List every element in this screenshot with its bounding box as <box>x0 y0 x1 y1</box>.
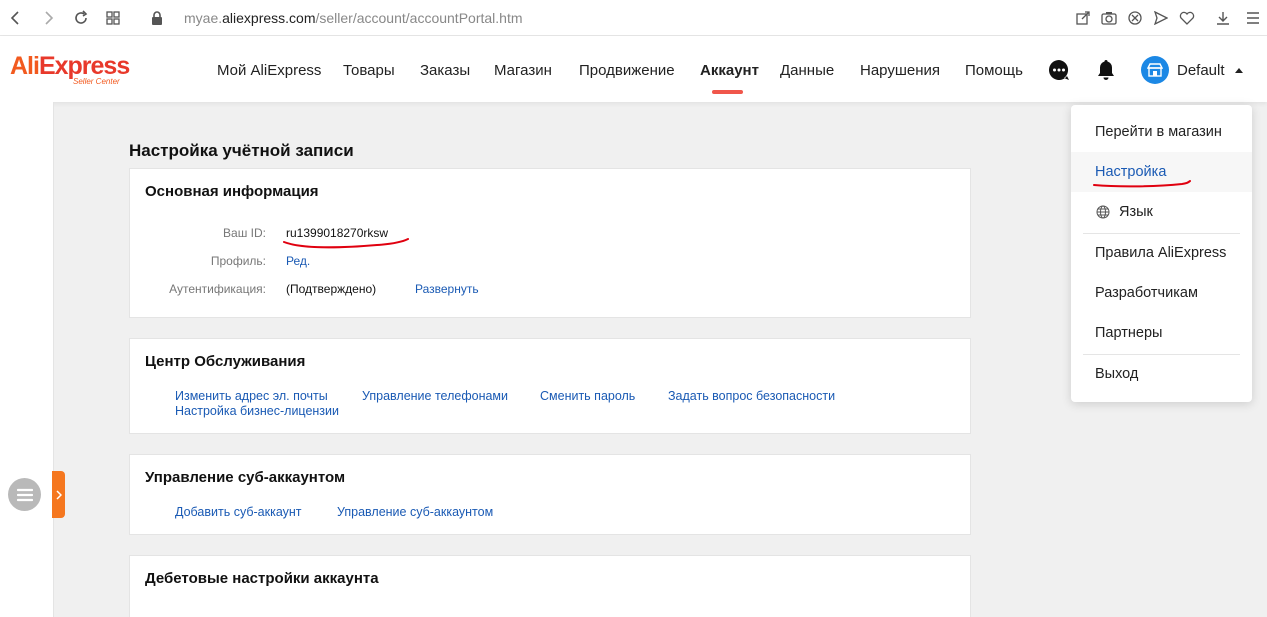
sub-account-title: Управление суб-аккаунтом <box>145 469 346 486</box>
dropdown-item-developers[interactable]: Разработчикам <box>1071 273 1252 313</box>
url-path: /seller/account/accountPortal.htm <box>315 10 523 26</box>
left-sidebar <box>0 102 54 617</box>
logo-subtitle: Seller Center <box>73 77 120 86</box>
auth-expand-link[interactable]: Развернуть <box>415 282 479 296</box>
block-icon[interactable] <box>1125 8 1145 28</box>
store-name[interactable]: Default <box>1177 62 1225 79</box>
auth-value: (Подтверждено) <box>286 282 377 296</box>
dropdown-item-aliexpress-rules[interactable]: Правила AliExpress <box>1071 233 1252 273</box>
tabs-grid-icon[interactable] <box>103 8 123 28</box>
reload-icon[interactable] <box>71 8 91 28</box>
heart-icon[interactable] <box>1177 8 1197 28</box>
nav-violations[interactable]: Нарушения <box>860 62 940 79</box>
nav-products[interactable]: Товары <box>343 62 395 79</box>
profile-label: Профиль: <box>210 254 266 268</box>
nav-orders[interactable]: Заказы <box>420 62 470 79</box>
dropdown-item-partners[interactable]: Партнеры <box>1071 313 1252 353</box>
sub-account-card: Управление суб-аккаунтом Добавить суб-ак… <box>129 454 971 535</box>
share-icon[interactable] <box>1073 8 1093 28</box>
profile-edit-link[interactable]: Ред. <box>286 254 310 268</box>
caret-up-icon[interactable] <box>1235 68 1243 73</box>
page-title: Настройка учётной записи <box>129 141 354 160</box>
chat-icon[interactable] <box>1047 58 1071 82</box>
id-value: ru1399018270rksw <box>286 226 389 240</box>
business-license-link[interactable]: Настройка бизнес-лицензии <box>175 404 339 418</box>
store-avatar-icon[interactable] <box>1141 56 1169 84</box>
hamburger-menu-icon[interactable] <box>1243 8 1263 28</box>
nav-my-aliexpress[interactable]: Мой AliExpress <box>217 62 321 79</box>
active-nav-indicator <box>712 90 743 94</box>
service-center-card: Центр Обслуживания Изменить адрес эл. по… <box>129 338 971 434</box>
logo-text-ali: Ali <box>10 52 40 80</box>
dropdown-item-go-to-store[interactable]: Перейти в магазин <box>1071 112 1252 152</box>
url-prefix: myae. <box>184 10 223 26</box>
address-bar[interactable]: myae.aliexpress.com/seller/account/accou… <box>184 10 523 26</box>
dropdown-item-logout[interactable]: Выход <box>1071 354 1252 394</box>
nav-account[interactable]: Аккаунт <box>700 62 759 79</box>
aliexpress-logo[interactable]: AliExpress Seller Center <box>10 54 130 88</box>
forward-icon[interactable] <box>38 8 58 28</box>
bell-icon[interactable] <box>1094 58 1118 82</box>
nav-help[interactable]: Помощь <box>965 62 1023 79</box>
change-password-link[interactable]: Сменить пароль <box>540 389 635 403</box>
security-question-link[interactable]: Задать вопрос безопасности <box>668 389 835 403</box>
auth-label: Аутентификация: <box>169 282 266 296</box>
basic-info-card: Основная информация Ваш ID: ru1399018270… <box>129 168 971 318</box>
lock-icon <box>147 8 167 28</box>
send-icon[interactable] <box>1151 8 1171 28</box>
id-label: Ваш ID: <box>223 226 266 240</box>
nav-data[interactable]: Данные <box>780 62 834 79</box>
manage-sub-account-link[interactable]: Управление суб-аккаунтом <box>337 505 493 519</box>
sidebar-expand-button[interactable] <box>52 471 65 518</box>
add-sub-account-link[interactable]: Добавить суб-аккаунт <box>175 505 302 519</box>
store-dropdown-menu: Перейти в магазин Настройка Язык Правила… <box>1071 105 1252 402</box>
browser-toolbar: myae.aliexpress.com/seller/account/accou… <box>0 0 1267 36</box>
camera-icon[interactable] <box>1099 8 1119 28</box>
globe-icon <box>1096 205 1110 219</box>
debit-settings-title: Дебетовые настройки аккаунта <box>145 570 379 587</box>
site-header: AliExpress Seller Center Мой AliExpress … <box>0 36 1267 102</box>
url-host: aliexpress.com <box>222 10 316 26</box>
basic-info-title: Основная информация <box>145 183 319 200</box>
logo-text-express: Express <box>38 52 130 80</box>
back-icon[interactable] <box>6 8 26 28</box>
manage-phones-link[interactable]: Управление телефонами <box>362 389 508 403</box>
menu-icon[interactable] <box>8 478 41 511</box>
change-email-link[interactable]: Изменить адрес эл. почты <box>175 389 328 403</box>
dropdown-item-settings[interactable]: Настройка <box>1071 152 1252 192</box>
nav-store[interactable]: Магазин <box>494 62 552 79</box>
nav-promotion[interactable]: Продвижение <box>579 62 675 79</box>
download-icon[interactable] <box>1213 8 1233 28</box>
chevron-right-icon <box>55 489 62 500</box>
service-center-title: Центр Обслуживания <box>145 353 306 370</box>
debit-settings-card: Дебетовые настройки аккаунта <box>129 555 971 617</box>
